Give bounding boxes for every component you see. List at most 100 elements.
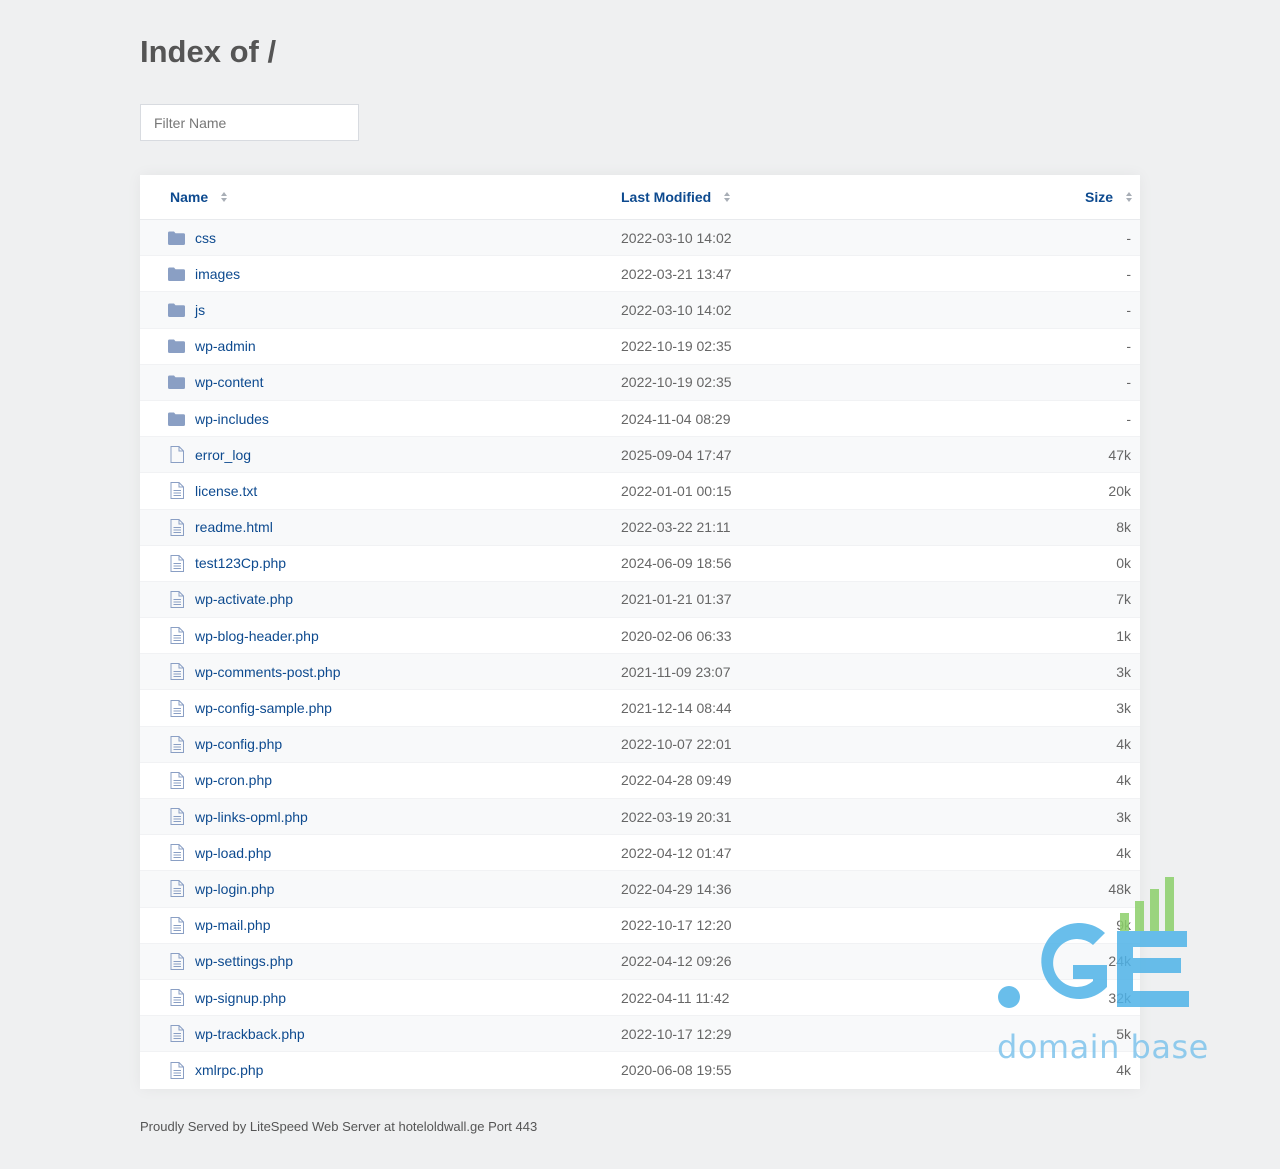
table-row: wp-login.php 2022-04-29 14:36 48k [140,871,1140,908]
folder-icon [168,338,185,355]
file-link[interactable]: xmlrpc.php [195,1062,263,1078]
name-cell: css [168,220,216,255]
size-cell: 4k [1116,844,1131,861]
sort-by-name-header[interactable]: Name [170,189,228,205]
file-link[interactable]: js [195,302,205,318]
file-text-icon [168,880,185,898]
file-link[interactable]: wp-content [195,374,263,390]
file-link[interactable]: license.txt [195,483,257,499]
name-cell: wp-content [168,365,263,400]
file-link[interactable]: error_log [195,447,251,463]
name-cell: wp-links-opml.php [168,799,308,834]
name-cell: license.txt [168,473,257,508]
name-cell: wp-comments-post.php [168,654,341,689]
table-row: js 2022-03-10 14:02 - [140,292,1140,329]
sort-icon [1126,192,1132,202]
file-text-icon [168,663,185,681]
file-link[interactable]: wp-signup.php [195,990,286,1006]
file-table: Name Last Modified Size css 2022-03-10 14… [140,175,1140,1089]
modified-cell: 2021-12-14 08:44 [621,700,732,717]
file-link[interactable]: wp-activate.php [195,591,293,607]
modified-cell: 2025-09-04 17:47 [621,446,732,463]
size-cell: 4k [1116,736,1131,753]
file-link[interactable]: wp-config-sample.php [195,700,332,716]
modified-cell: 2022-04-11 11:42 [621,989,730,1006]
file-link[interactable]: wp-includes [195,411,269,427]
size-cell: 1k [1116,627,1131,644]
file-link[interactable]: test123Cp.php [195,555,286,571]
file-link[interactable]: wp-settings.php [195,953,293,969]
name-cell: wp-cron.php [168,763,272,798]
name-header-label: Name [170,189,209,205]
table-row: wp-activate.php 2021-01-21 01:37 7k [140,581,1140,619]
folder-icon [168,410,185,427]
modified-cell: 2022-03-21 13:47 [621,265,732,282]
file-link[interactable]: wp-admin [195,338,256,354]
table-row: wp-admin 2022-10-19 02:35 - [140,329,1140,365]
modified-cell: 2022-04-28 09:49 [621,772,732,789]
file-link[interactable]: wp-trackback.php [195,1026,305,1042]
table-row: wp-links-opml.php 2022-03-19 20:31 3k [140,799,1140,836]
name-cell: wp-trackback.php [168,1016,305,1051]
file-text-icon [168,1025,185,1043]
table-row: wp-includes 2024-11-04 08:29 - [140,401,1140,438]
file-link[interactable]: wp-links-opml.php [195,809,308,825]
file-link[interactable]: wp-mail.php [195,917,270,933]
modified-cell: 2022-04-29 14:36 [621,880,732,897]
table-row: wp-blog-header.php 2020-02-06 06:33 1k [140,618,1140,655]
folder-icon [168,265,185,282]
sort-by-modified-header[interactable]: Last Modified [621,189,731,205]
server-footer: Proudly Served by LiteSpeed Web Server a… [140,1119,538,1134]
size-cell: 3k [1116,808,1131,825]
name-cell: wp-load.php [168,835,271,870]
table-row: wp-trackback.php 2022-10-17 12:29 5k [140,1016,1140,1053]
file-link[interactable]: wp-login.php [195,881,274,897]
name-cell: js [168,292,205,327]
file-link[interactable]: readme.html [195,519,273,535]
file-link[interactable]: images [195,266,240,282]
file-text-icon [168,771,185,789]
size-cell: - [1126,410,1131,427]
size-cell: 47k [1108,446,1131,463]
modified-cell: 2022-03-19 20:31 [621,808,732,825]
file-icon [168,446,185,464]
table-row: images 2022-03-21 13:47 - [140,256,1140,293]
file-text-icon [168,482,185,500]
file-link[interactable]: css [195,230,216,246]
modified-cell: 2022-10-19 02:35 [621,374,732,391]
table-row: wp-signup.php 2022-04-11 11:42 32k [140,980,1140,1017]
page-title: Index of / [140,34,277,69]
name-cell: wp-admin [168,329,256,364]
file-link[interactable]: wp-config.php [195,736,282,752]
name-cell: wp-login.php [168,871,274,906]
file-link[interactable]: wp-blog-header.php [195,628,319,644]
file-text-icon [168,554,185,572]
name-cell: wp-settings.php [168,944,293,979]
file-text-icon [168,916,185,934]
size-cell: 7k [1116,591,1131,608]
table-row: error_log 2025-09-04 17:47 47k [140,437,1140,474]
table-row: wp-content 2022-10-19 02:35 - [140,364,1140,401]
filter-name-input[interactable] [140,104,359,141]
modified-header-label: Last Modified [621,189,712,205]
size-cell: 48k [1108,880,1131,897]
modified-cell: 2024-06-09 18:56 [621,555,732,572]
size-cell: 3k [1116,663,1131,680]
sort-by-size-header[interactable]: Size [1085,189,1132,205]
size-cell: 3k [1116,700,1131,717]
file-link[interactable]: wp-cron.php [195,772,272,788]
modified-cell: 2022-10-07 22:01 [621,736,732,753]
modified-cell: 2022-03-22 21:11 [621,519,731,536]
name-cell: images [168,256,240,291]
file-text-icon [168,1061,185,1079]
size-cell: - [1126,265,1131,282]
name-cell: wp-config-sample.php [168,690,332,725]
name-cell: wp-config.php [168,727,282,762]
name-cell: wp-includes [168,401,269,436]
modified-cell: 2022-04-12 01:47 [621,844,732,861]
table-row: readme.html 2022-03-22 21:11 8k [140,509,1140,546]
file-link[interactable]: wp-load.php [195,845,271,861]
file-text-icon [168,627,185,645]
size-cell: 4k [1116,772,1131,789]
file-link[interactable]: wp-comments-post.php [195,664,341,680]
